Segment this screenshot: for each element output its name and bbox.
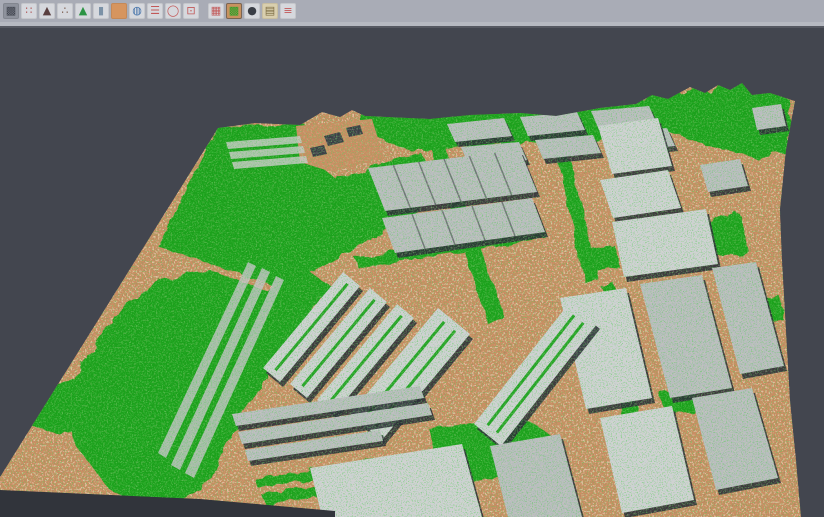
viewport-3d[interactable] [0, 28, 824, 517]
grid-icon[interactable]: ▦ [208, 3, 224, 19]
sphere-icon[interactable]: ● [244, 3, 260, 19]
selection-box-icon[interactable]: ⊡ [183, 3, 199, 19]
texture-icon[interactable]: ▤ [262, 3, 278, 19]
globe-icon[interactable]: ◍ [129, 3, 145, 19]
mountain-icon[interactable]: ▲ [39, 3, 55, 19]
level-bar-icon[interactable]: ▮ [93, 3, 109, 19]
classification-view-icon[interactable]: ▩ [226, 3, 242, 19]
application-window: ▩∷▲∴▲▮◍☰◯⊡▦▩●▤≡ [0, 0, 824, 517]
red-bands-icon[interactable]: ≡ [280, 3, 296, 19]
orange-tile-icon[interactable] [111, 3, 127, 19]
align-points-icon[interactable]: ∷ [21, 3, 37, 19]
pointcloud-scene[interactable] [0, 28, 824, 517]
dark-tiles-icon[interactable]: ▩ [3, 3, 19, 19]
toolbar-group-gap [200, 3, 207, 19]
circle-tool-icon[interactable]: ◯ [165, 3, 181, 19]
toolbar: ▩∷▲∴▲▮◍☰◯⊡▦▩●▤≡ [0, 0, 824, 22]
terrain-hill-icon[interactable]: ▲ [75, 3, 91, 19]
layer-list-icon[interactable]: ☰ [147, 3, 163, 19]
scatter-points-icon[interactable]: ∴ [57, 3, 73, 19]
